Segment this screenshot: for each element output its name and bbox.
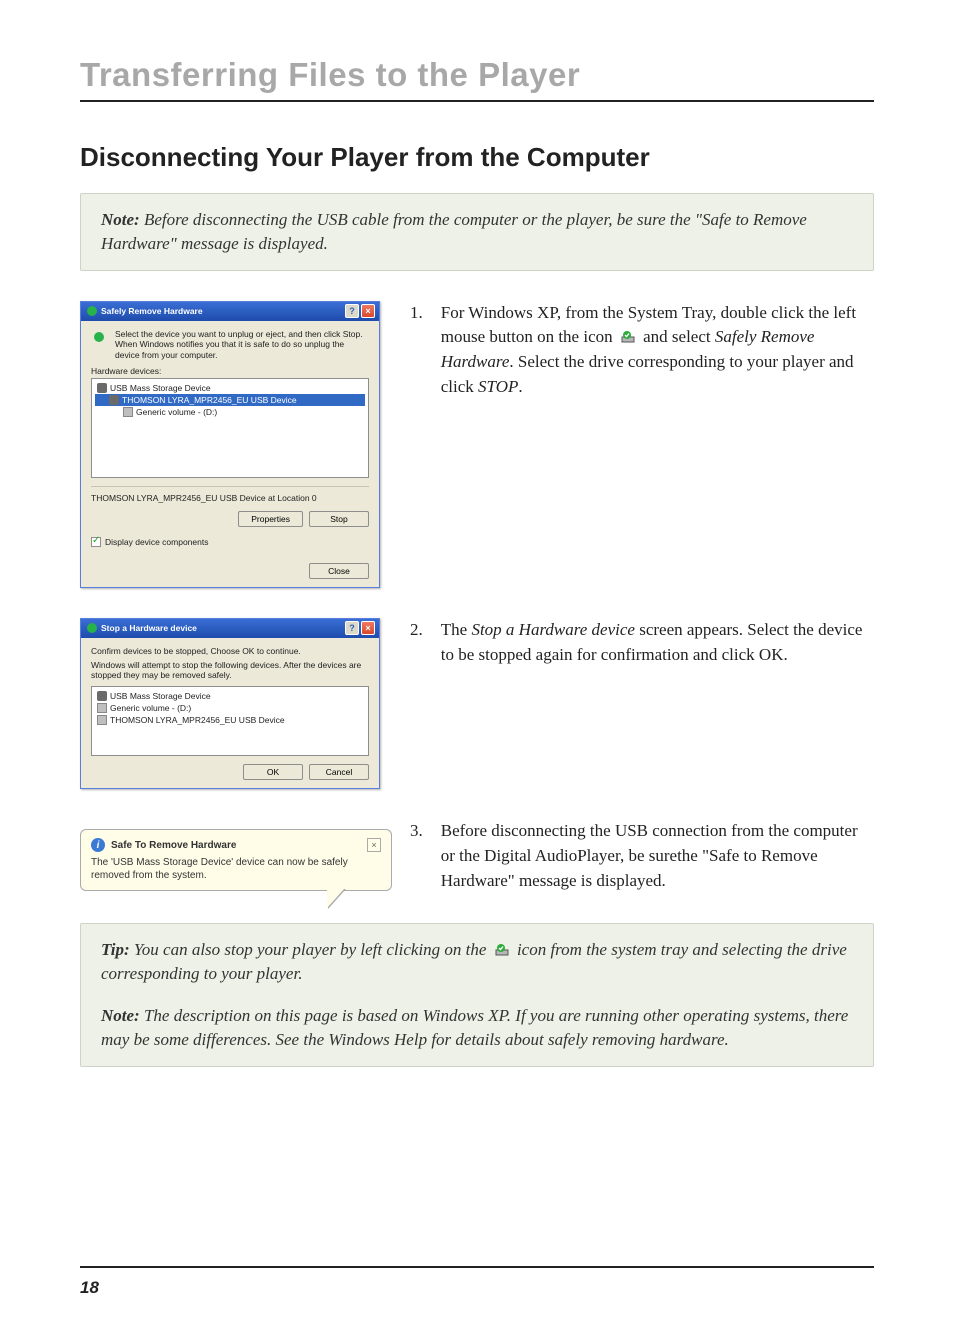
dialog1-status: THOMSON LYRA_MPR2456_EU USB Device at Lo…: [91, 486, 369, 503]
note2-text: The description on this page is based on…: [101, 1006, 848, 1049]
tip-label: Tip:: [101, 940, 130, 959]
list-item: USB Mass Storage Device: [110, 691, 211, 701]
note-text: Before disconnecting the USB cable from …: [101, 210, 807, 253]
list-item: Generic volume - (D:): [110, 703, 191, 713]
close-dialog-button[interactable]: Close: [309, 563, 369, 579]
help-button[interactable]: ?: [345, 621, 359, 635]
dialog1-instruction: Select the device you want to unplug or …: [115, 329, 369, 361]
list-item: USB Mass Storage Device: [110, 383, 211, 393]
safe-remove-icon: [494, 940, 510, 954]
safely-remove-hardware-dialog: Safely Remove Hardware ? × Select the de…: [80, 301, 380, 589]
safe-remove-icon: [620, 327, 636, 341]
properties-button[interactable]: Properties: [238, 511, 303, 527]
dialog2-title: Stop a Hardware device: [101, 623, 343, 633]
help-button[interactable]: ?: [345, 304, 359, 318]
display-components-checkbox[interactable]: [91, 537, 101, 547]
list-item: Generic volume - (D:): [136, 407, 217, 417]
close-button[interactable]: ×: [361, 304, 375, 318]
device-icon: [109, 395, 119, 405]
page-footer: 18: [80, 1266, 874, 1298]
note-label: Note:: [101, 210, 140, 229]
step-number: 2.: [410, 618, 423, 667]
ok-button[interactable]: OK: [243, 764, 303, 780]
step-number: 1.: [410, 301, 423, 400]
cancel-button[interactable]: Cancel: [309, 764, 369, 780]
close-button[interactable]: ×: [361, 621, 375, 635]
volume-icon: [123, 407, 133, 417]
safe-to-remove-balloon: i Safe To Remove Hardware × The 'USB Mas…: [80, 829, 392, 891]
step3-text: Before disconnecting the USB connection …: [441, 819, 874, 893]
section-title: Disconnecting Your Player from the Compu…: [80, 142, 874, 173]
device-icon: [97, 715, 107, 725]
page-number: 18: [80, 1278, 99, 1297]
safe-remove-title-icon: [87, 623, 97, 633]
tip-box: Tip: You can also stop your player by le…: [80, 923, 874, 1066]
dialog2-line1: Confirm devices to be stopped, Choose OK…: [91, 646, 369, 656]
hub-icon: [97, 383, 107, 393]
usb-icon: [91, 329, 109, 347]
tip-text-a: You can also stop your player by left cl…: [130, 940, 491, 959]
balloon-title: Safe To Remove Hardware: [111, 840, 361, 851]
list-item: THOMSON LYRA_MPR2456_EU USB Device: [110, 715, 285, 725]
note-before-disconnect: Note: Before disconnecting the USB cable…: [80, 193, 874, 271]
safe-remove-title-icon: [87, 306, 97, 316]
stop-hardware-device-dialog: Stop a Hardware device ? × Confirm devic…: [80, 618, 380, 789]
hub-icon: [97, 691, 107, 701]
dialog2-line2: Windows will attempt to stop the followi…: [91, 660, 369, 680]
balloon-close-button[interactable]: ×: [367, 838, 381, 852]
dialog1-title: Safely Remove Hardware: [101, 306, 343, 316]
balloon-text: The 'USB Mass Storage Device' device can…: [91, 856, 381, 882]
stop-button[interactable]: Stop: [309, 511, 369, 527]
note2-label: Note:: [101, 1006, 140, 1025]
step2-text: The Stop a Hardware device screen appear…: [441, 618, 874, 667]
chapter-title: Transferring Files to the Player: [80, 56, 874, 102]
display-components-label: Display device components: [105, 537, 208, 547]
list-item-selected: THOMSON LYRA_MPR2456_EU USB Device: [122, 395, 297, 405]
stop-devices-list[interactable]: USB Mass Storage Device Generic volume -…: [91, 686, 369, 756]
hardware-devices-list[interactable]: USB Mass Storage Device THOMSON LYRA_MPR…: [91, 378, 369, 478]
volume-icon: [97, 703, 107, 713]
step1-text: For Windows XP, from the System Tray, do…: [441, 301, 874, 400]
hardware-devices-label: Hardware devices:: [91, 366, 369, 376]
step-number: 3.: [410, 819, 423, 893]
info-icon: i: [91, 838, 105, 852]
